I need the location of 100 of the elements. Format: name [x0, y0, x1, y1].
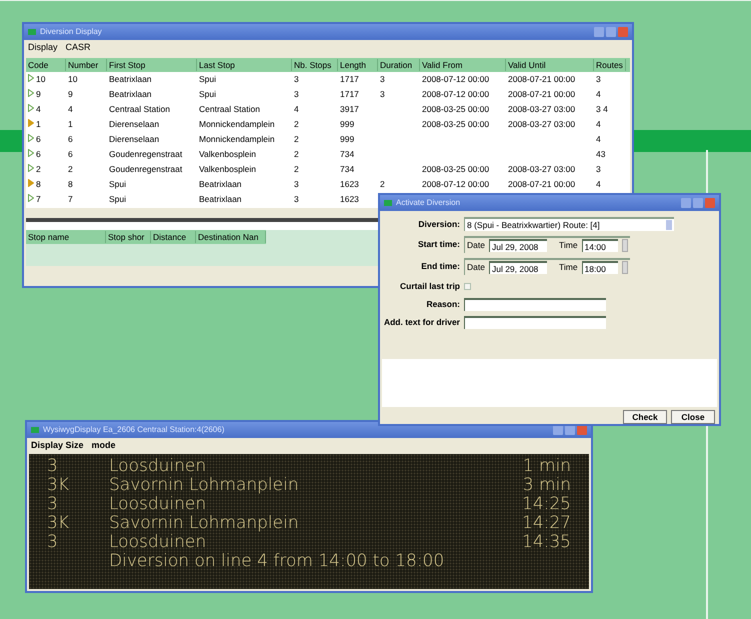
table-cell: 2: [294, 163, 299, 176]
date-field[interactable]: Jul 29, 2008: [488, 261, 547, 274]
date-field[interactable]: Jul 29, 2008: [488, 239, 547, 252]
table-cell: 6: [36, 148, 41, 161]
dialog-button[interactable]: Check: [623, 410, 667, 424]
close-button[interactable]: [705, 198, 715, 208]
table-cell: Spui: [199, 88, 216, 101]
table-cell: 6: [68, 148, 73, 161]
menu-item[interactable]: mode: [92, 439, 116, 453]
app-icon: [31, 427, 39, 433]
minimize-button[interactable]: [681, 198, 691, 208]
dialog-button[interactable]: Close: [671, 410, 715, 424]
menu-item[interactable]: Display: [28, 41, 58, 55]
table-cell: 4: [36, 103, 41, 116]
column-header: Routes: [594, 58, 626, 72]
table-cell: 3: [294, 193, 299, 206]
spinner-icon[interactable]: [622, 261, 628, 274]
table-cell: 2: [294, 148, 299, 161]
driver-text-field[interactable]: [464, 316, 606, 329]
table-cell: 3 4: [596, 103, 608, 116]
spinner-icon[interactable]: [622, 239, 628, 252]
window-title: Activate Diversion: [396, 197, 462, 209]
table-cell: 3: [294, 178, 299, 191]
window-title: WysiwygDisplay Ea_2606 Centraal Station:4(2606): [43, 424, 226, 436]
column-header: Number: [66, 58, 107, 72]
app-icon: [28, 29, 36, 35]
table-cell: Goudenregenstraat: [109, 163, 182, 176]
table-cell: 2008-07-21 00:00: [508, 178, 576, 191]
field-label: Reason:: [425, 298, 460, 311]
table-cell: Centraal Station: [199, 103, 260, 116]
table-cell: 2008-07-12 00:00: [422, 88, 490, 101]
table-cell: 2: [68, 163, 73, 176]
route-number: 3K: [47, 514, 70, 533]
table-cell: Dierenselaan: [109, 133, 160, 146]
table-cell: 4: [596, 178, 601, 191]
maximize-button[interactable]: [606, 27, 616, 37]
table-cell: 9: [68, 88, 73, 101]
table-cell: 2: [294, 133, 299, 146]
table-cell: 10: [36, 73, 46, 86]
close-button[interactable]: [577, 425, 587, 435]
table-cell: 1623: [340, 193, 359, 206]
route-number: 3: [47, 457, 59, 476]
field-label: Diversion:: [417, 218, 460, 230]
destination: Loosduinen: [109, 495, 208, 514]
menu-item[interactable]: CASR: [66, 41, 91, 55]
column-header: Length: [338, 58, 378, 72]
field-label: Curtail last trip: [399, 280, 460, 293]
route-number: 3K: [47, 476, 70, 495]
table-cell: 6: [36, 133, 41, 146]
table-cell: Dierenselaan: [109, 118, 160, 131]
table-cell: 3: [380, 88, 385, 101]
table-cell: 9: [36, 88, 41, 101]
column-header: Valid Until: [506, 58, 594, 72]
field-label: Time: [558, 239, 578, 252]
table-cell: 3: [380, 73, 385, 86]
table-cell: Valkenbosplein: [199, 163, 256, 176]
reason-field[interactable]: [464, 298, 606, 311]
table-cell: 1717: [340, 88, 359, 101]
table-cell: 4: [294, 103, 299, 116]
window-title: Diversion Display: [40, 26, 103, 38]
close-button[interactable]: [618, 27, 628, 37]
table-cell: Centraal Station: [109, 103, 170, 116]
column-header: Duration: [378, 58, 420, 72]
destination: Savornin Lohmanplein: [109, 476, 300, 495]
table-cell: 2008-03-25 00:00: [422, 163, 490, 176]
curtail-checkbox[interactable]: [464, 282, 471, 290]
field-label: Add. text for driver: [382, 316, 460, 329]
maximize-button[interactable]: [565, 425, 575, 435]
table-cell: 7: [68, 193, 73, 206]
table-cell: 1623: [340, 178, 359, 191]
maximize-button[interactable]: [693, 198, 703, 208]
table-cell: 2: [294, 118, 299, 131]
table-cell: 1: [36, 118, 41, 131]
column-header: First Stop: [107, 58, 197, 72]
field-label: Date: [467, 239, 485, 252]
table-cell: Spui: [109, 193, 126, 206]
table-cell: 2008-03-27 03:00: [508, 103, 576, 116]
table-cell: 4: [68, 103, 73, 116]
time-field[interactable]: 14:00: [582, 239, 618, 252]
field-label: End time:: [420, 260, 460, 273]
table-cell: 43: [596, 148, 606, 161]
table-cell: Monnickendamplein: [199, 133, 275, 146]
table-cell: 3: [596, 163, 601, 176]
table-cell: 2008-03-25 00:00: [422, 103, 490, 116]
app-icon: [384, 200, 392, 206]
time-field[interactable]: 18:00: [582, 261, 618, 274]
menu-item[interactable]: Display Size: [31, 439, 84, 453]
column-header: Nb. Stops: [292, 58, 338, 72]
table-cell: Goudenregenstraat: [109, 148, 182, 161]
table-cell: 1717: [340, 73, 359, 86]
departure-time: 14:27: [522, 514, 571, 533]
minimize-button[interactable]: [594, 27, 604, 37]
column-header: Stop name: [26, 230, 106, 244]
table-cell: 2008-03-27 03:00: [508, 118, 576, 131]
minimize-button[interactable]: [553, 425, 563, 435]
table-cell: Spui: [199, 73, 216, 86]
diversion-dropdown[interactable]: 8 (Spui - Beatrixkwartier) Route: [4]: [464, 217, 674, 231]
table-cell: 4: [596, 133, 601, 146]
departure-time: 14:35: [522, 533, 571, 552]
table-cell: 2008-03-27 03:00: [508, 163, 576, 176]
